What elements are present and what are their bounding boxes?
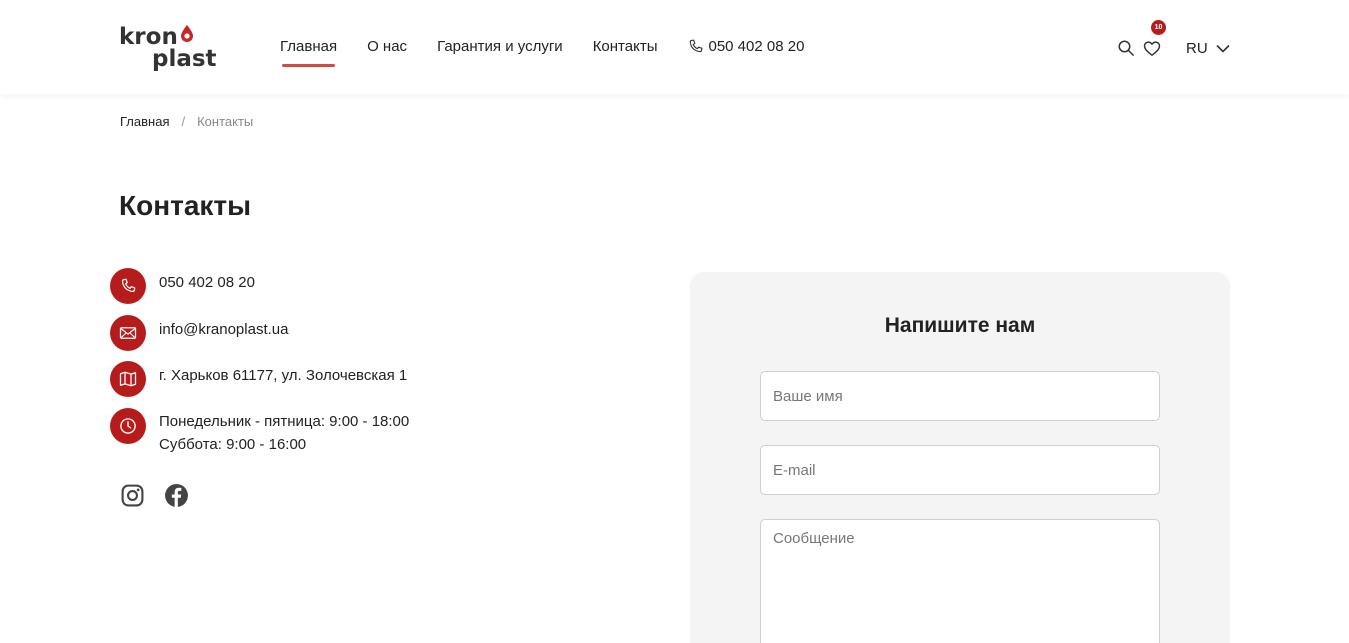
breadcrumb-current: Контакты: [197, 114, 254, 129]
breadcrumb: Главная / Контакты: [120, 114, 253, 129]
nav-item-contacts[interactable]: Контакты: [593, 38, 658, 55]
contact-email[interactable]: info@kranoplast.ua: [159, 318, 288, 341]
contact-address-badge: [110, 361, 146, 397]
mail-icon: [119, 327, 137, 339]
contact-form-card: Напишите нам: [690, 272, 1230, 643]
contact-address: г. Харьков 61177, ул. Золочевская 1: [159, 367, 408, 384]
instagram-icon: [121, 484, 143, 506]
site-header: kron plast Главная О нас Гарантия и услу…: [0, 0, 1349, 94]
email-field[interactable]: [760, 445, 1160, 495]
social-links: [119, 482, 189, 508]
name-field[interactable]: [760, 371, 1160, 421]
logo[interactable]: kron plast: [119, 22, 223, 74]
hours-saturday: Суббота: 9:00 - 16:00: [159, 436, 307, 453]
map-icon: [119, 371, 137, 387]
breadcrumb-home[interactable]: Главная: [120, 114, 169, 129]
main-nav: Главная О нас Гарантия и услуги Контакты…: [280, 38, 804, 67]
language-label: RU: [1186, 39, 1208, 57]
phone-icon: [121, 278, 136, 293]
contact-email-row: info@kranoplast.ua: [110, 315, 288, 351]
logo-bottom-text: plast: [152, 46, 217, 72]
hours-weekdays: Понедельник - пятница: 9:00 - 18:00: [159, 413, 410, 430]
contact-email-badge: [110, 315, 146, 351]
facebook-icon: [164, 483, 188, 507]
breadcrumb-separator: /: [181, 114, 186, 129]
contact-address-row: г. Харьков 61177, ул. Золочевская 1: [110, 361, 407, 397]
favorites-count-badge: 10: [1151, 20, 1166, 35]
language-switcher[interactable]: RU: [1186, 40, 1230, 57]
favorites-button[interactable]: 10: [1142, 20, 1166, 60]
contact-hours-badge: [110, 408, 146, 444]
facebook-link[interactable]: [163, 482, 189, 508]
contact-phone-badge: [110, 268, 146, 304]
phone-icon: [690, 39, 703, 53]
clock-icon: [120, 418, 136, 434]
nav-item-home[interactable]: Главная: [280, 38, 337, 67]
contact-phone[interactable]: 050 402 08 20: [159, 271, 255, 294]
contact-phone-row: 050 402 08 20: [110, 268, 255, 304]
header-actions: 10 RU: [1116, 20, 1230, 60]
form-title: Напишите нам: [884, 314, 1036, 337]
search-button[interactable]: [1116, 36, 1136, 60]
message-field[interactable]: [760, 519, 1160, 643]
page-title: Контакты: [119, 190, 252, 221]
chevron-down-icon: [1216, 44, 1230, 53]
contact-hours: Понедельник - пятница: 9:00 - 18:00 Субб…: [159, 410, 409, 456]
header-phone-link[interactable]: 050 402 08 20: [687, 38, 804, 55]
search-icon: [1118, 40, 1134, 56]
nav-item-about[interactable]: О нас: [367, 38, 407, 55]
contact-hours-row: Понедельник - пятница: 9:00 - 18:00 Субб…: [110, 408, 409, 456]
header-phone-number: 050 402 08 20: [708, 38, 805, 55]
instagram-link[interactable]: [119, 482, 145, 508]
heart-icon: [1143, 40, 1161, 56]
nav-item-guarantee[interactable]: Гарантия и услуги: [437, 38, 563, 55]
